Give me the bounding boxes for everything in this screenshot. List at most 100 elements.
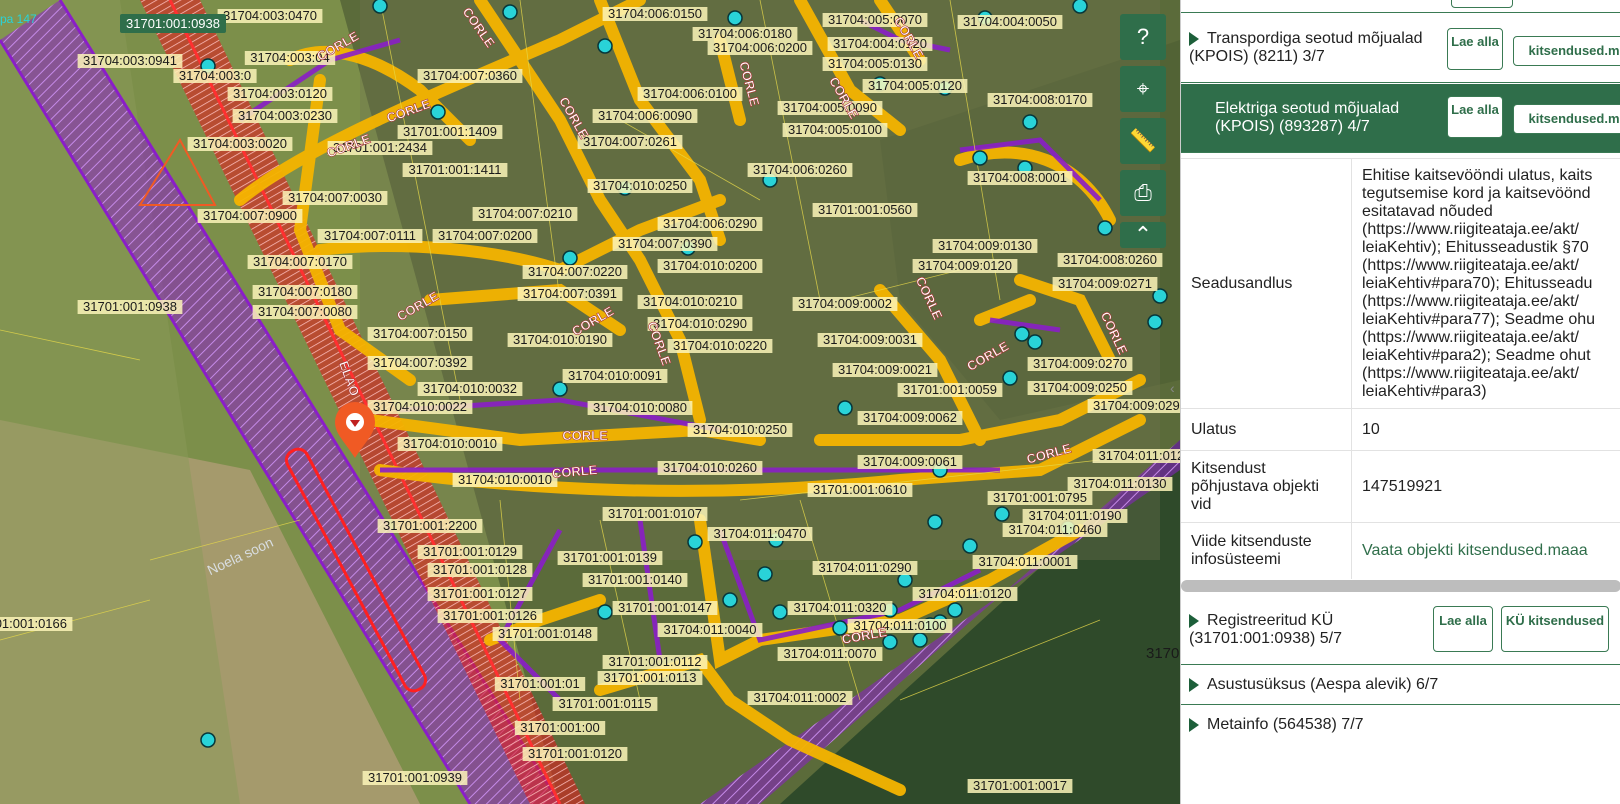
svg-text:31704:011:0001: 31704:011:0001 (978, 554, 1071, 569)
parcel-label: 31704:009:0062 (857, 410, 963, 425)
expand-triangle-icon (1189, 717, 1199, 732)
parcel-label: 31701:001:0115 (552, 696, 658, 711)
expand-triangle-icon (1189, 31, 1199, 46)
svg-text:31704:010:0091: 31704:010:0091 (568, 368, 662, 383)
attribute-table: Seadusandlus Ehitise kaitsevööndi ulatus… (1181, 158, 1620, 579)
svg-text:31704:008:0170: 31704:008:0170 (993, 92, 1087, 107)
parcel-label: 31704:004:0050 (957, 14, 1063, 29)
svg-text:31704:007:0210: 31704:007:0210 (478, 206, 572, 221)
parcel-label: 31701:001:0127 (427, 586, 533, 601)
map-view[interactable]: 31704:003:0470 31704:006:0150 31704:005:00… (0, 0, 1180, 804)
svg-text:31704:004:0050: 31704:004:0050 (963, 14, 1057, 29)
ruler-icon[interactable]: 📏 (1120, 118, 1166, 164)
download-button[interactable]: Lae alla (1447, 28, 1503, 70)
svg-text:31704:009:0061: 31704:009:0061 (863, 454, 957, 469)
section-transport[interactable]: Transpordiga seotud mõjualad (KPOIS) (82… (1181, 18, 1620, 83)
download-button[interactable]: Lae alla (1447, 96, 1503, 138)
svg-text:31701:001:00: 31701:001:00 (520, 720, 600, 735)
table-row: Seadusandlus Ehitise kaitsevööndi ulatus… (1181, 158, 1620, 409)
svg-text:31704:008:0001: 31704:008:0001 (973, 170, 1067, 185)
restrictions-link[interactable]: Vaata objekti kitsendused.maaa (1351, 522, 1620, 579)
svg-text:31704:009:0250: 31704:009:0250 (1033, 380, 1127, 395)
section-registered[interactable]: Registreeritud KÜ (31701:001:0938) 5/7 L… (1181, 596, 1620, 665)
parcel-label: 31704:006:0290 (657, 216, 763, 231)
restrictions-link-button[interactable]: kitsendused.m (1513, 36, 1620, 66)
parcel-label: 31704:007:0390 (612, 236, 718, 251)
top-left-label: pa 147 (0, 12, 37, 26)
parcel-label: 31701:001:1409 (397, 124, 503, 139)
svg-text:31704:007:0220: 31704:007:0220 (528, 264, 622, 279)
svg-text:31704:011:0120: 31704:011:0120 (918, 586, 1011, 601)
row-value: 147519921 (1351, 450, 1620, 523)
location-icon[interactable]: ⌖ (1120, 66, 1166, 112)
map-canvas[interactable]: 31704:003:0470 31704:006:0150 31704:005:00… (0, 0, 1180, 804)
parcel-label: 31701:001:0059 (897, 382, 1003, 397)
section-electric-title[interactable]: Elektriga seotud mõjualad (KPOIS) (89328… (1189, 100, 1439, 136)
parcel-label: 31704:007:0080 (252, 304, 358, 319)
parcel-label: 31704:007:0180 (252, 284, 358, 299)
svg-text:31704:011:0290: 31704:011:0290 (818, 560, 911, 575)
parcel-label: 31704:011:0290 (812, 560, 918, 575)
parcel-label: 31704:003:0020 (187, 136, 293, 151)
svg-text:31701:001:0560: 31701:001:0560 (818, 202, 912, 217)
parcel-label: 31704:008:0170 (987, 92, 1093, 107)
section-electric[interactable]: Elektriga seotud mõjualad (KPOIS) (89328… (1181, 84, 1620, 153)
svg-text:31701:001:0120: 31701:001:0120 (528, 746, 622, 761)
expand-triangle-icon (1189, 613, 1199, 628)
svg-text:31704:003:0470: 31704:003:0470 (223, 8, 317, 23)
section-settlement[interactable]: Asustusüksus (Aespa alevik) 6/7 (1181, 666, 1620, 705)
print-icon[interactable]: ⎙ (1120, 170, 1166, 216)
parcel-restrictions-button[interactable]: KÜ kitsendused (1501, 606, 1609, 652)
svg-text:31701:001:0129: 31701:001:0129 (423, 544, 517, 559)
scrollbar[interactable] (1181, 580, 1620, 592)
parcel-label: 31701:001:2200 (377, 518, 483, 533)
parcel-label: 31704:009:0270 (1027, 356, 1133, 371)
section-registered-title[interactable]: Registreeritud KÜ (31701:001:0938) 5/7 (1189, 612, 1429, 648)
svg-text:31704:011:0190: 31704:011:0190 (1028, 508, 1121, 523)
parcel-label: 31704:011:0460 (1002, 522, 1108, 537)
svg-text:31704:007:0261: 31704:007:0261 (583, 134, 677, 149)
parcel-label: 31704:010:0290 (647, 316, 753, 331)
parcel-label: 31701:001:0140 (582, 572, 688, 587)
parcel-label: 31704:010:0210 (637, 294, 743, 309)
restrictions-link-button[interactable]: kitsendused.m (1513, 104, 1620, 134)
svg-text:31701:001:0017: 31701:001:0017 (973, 778, 1067, 793)
section-transport-label: Transpordiga seotud mõjualad (KPOIS) (82… (1189, 30, 1423, 65)
parcel-label: 31704:009:0002 (792, 296, 898, 311)
cut-off-button[interactable] (1451, 0, 1513, 8)
svg-text:31704:006:0090: 31704:006:0090 (598, 108, 692, 123)
chevron-up-icon[interactable]: ⌃ (1120, 222, 1166, 248)
map-toolbar: ? ⌖ 📏 ⎙ ⌃ (1120, 14, 1168, 254)
section-metainfo[interactable]: Metainfo (564538) 7/7 (1181, 706, 1620, 744)
svg-text:31704:010:0010: 31704:010:0010 (403, 436, 497, 451)
svg-text:31704:007:0360: 31704:007:0360 (423, 68, 517, 83)
parcel-label: 31701:001:0147 (612, 600, 718, 615)
svg-text:31704:007:0200: 31704:007:0200 (438, 228, 532, 243)
svg-text:31704:007:0180: 31704:007:0180 (258, 284, 352, 299)
parcel-label: 31704:011:0120 (1092, 448, 1180, 463)
collapse-panel-handle[interactable]: ‹ (1170, 380, 1180, 400)
parcel-label: 31704:010:0032 (417, 381, 523, 396)
parcel-label: 31704:006:0200 (707, 40, 813, 55)
svg-text:31704:011:0320: 31704:011:0320 (793, 600, 886, 615)
svg-text:31704:009:0062: 31704:009:0062 (863, 410, 957, 425)
svg-text:31704:005:0130: 31704:005:0130 (828, 56, 922, 71)
help-icon[interactable]: ? (1120, 14, 1166, 60)
parcel-label: 31704:009:0120 (912, 258, 1018, 273)
svg-text:31704:010:0190: 31704:010:0190 (513, 332, 607, 347)
section-transport-title[interactable]: Transpordiga seotud mõjualad (KPOIS) (82… (1189, 30, 1429, 66)
parcel-label: 31704:007:0111 (317, 228, 423, 243)
parcel-label: 31704:010:0200 (657, 258, 763, 273)
parcel-label: 31704:009:0031 (817, 332, 923, 347)
svg-text:31704:010:0080: 31704:010:0080 (593, 400, 687, 415)
svg-text:31704:009:0002: 31704:009:0002 (798, 296, 892, 311)
svg-text:31704:003:0941: 31704:003:0941 (83, 53, 177, 68)
svg-text:31704:006:0200: 31704:006:0200 (713, 40, 807, 55)
parcel-label: 31704:007:0200 (432, 228, 538, 243)
parcel-label: 31701:001:0120 (522, 746, 628, 761)
download-button[interactable]: Lae alla (1433, 606, 1493, 652)
parcel-label: 31704:003:0470 (217, 8, 323, 23)
parcel-label: 31704:005:0070 (822, 12, 928, 27)
svg-text:31704:003:0020: 31704:003:0020 (193, 136, 287, 151)
svg-text:31701:001:0115: 31701:001:0115 (558, 696, 651, 711)
